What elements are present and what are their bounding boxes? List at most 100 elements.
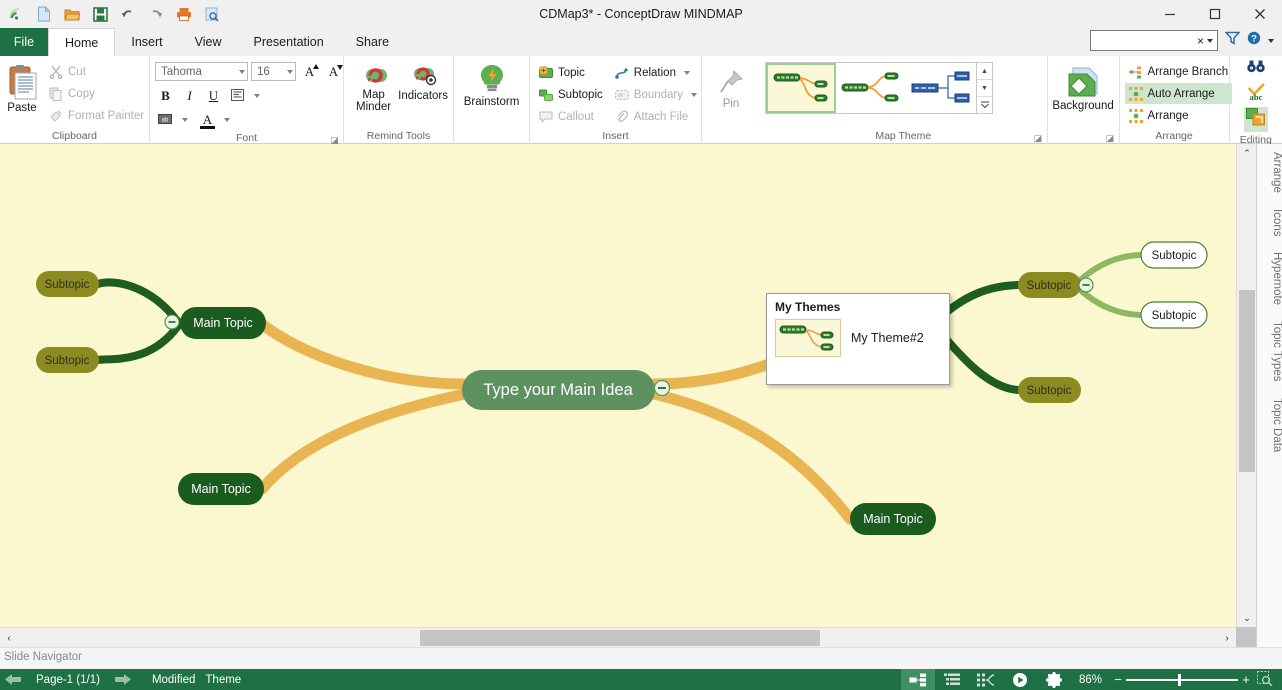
font-family-combo[interactable]: Tahoma: [155, 62, 248, 81]
conceptdraw-logo-icon[interactable]: [4, 2, 28, 26]
insert-relation-button[interactable]: Relation: [611, 62, 701, 83]
map-theme-dialog-launcher[interactable]: ◪: [1034, 134, 1043, 143]
tab-home[interactable]: Home: [48, 28, 115, 56]
zoom-slider-track[interactable]: [1126, 679, 1238, 681]
insert-subtopic-button[interactable]: Subtopic: [535, 84, 607, 105]
view-brainstorm-button[interactable]: [1037, 669, 1071, 690]
maximize-button[interactable]: [1192, 0, 1237, 28]
highlight-dropdown-icon[interactable]: [182, 118, 188, 122]
my-theme-thumbnail[interactable]: [775, 319, 841, 357]
theme-scroll-more-button[interactable]: [977, 97, 992, 113]
tab-file[interactable]: File: [0, 28, 48, 56]
next-page-arrow[interactable]: [110, 674, 136, 685]
rail-tab-arrange[interactable]: Arrange: [1257, 144, 1282, 201]
chevron-down-icon[interactable]: [239, 70, 245, 74]
zoom-slider[interactable]: − +: [1110, 671, 1282, 689]
pin-button[interactable]: Pin: [707, 66, 755, 110]
tab-presentation[interactable]: Presentation: [237, 28, 339, 56]
theme-thumb-1[interactable]: [766, 63, 836, 113]
search-input[interactable]: ×: [1090, 30, 1218, 51]
rail-tab-topic-data[interactable]: Topic Data: [1257, 390, 1282, 460]
indicators-button[interactable]: Indicators: [398, 62, 448, 102]
redo-icon[interactable]: [144, 2, 168, 26]
rail-tab-hypernote[interactable]: Hypernote: [1257, 244, 1282, 313]
paste-button[interactable]: Paste: [5, 60, 39, 114]
tab-view[interactable]: View: [179, 28, 238, 56]
relation-dropdown-icon[interactable]: [684, 71, 690, 75]
scroll-up-button[interactable]: ⌃: [1237, 144, 1257, 162]
zoom-out-button[interactable]: −: [1110, 672, 1126, 687]
tab-share[interactable]: Share: [340, 28, 405, 56]
cut-button[interactable]: Cut: [45, 61, 148, 82]
shrink-font-button[interactable]: A: [323, 62, 344, 82]
auto-arrange-button[interactable]: Auto Arrange: [1125, 83, 1233, 104]
arrange-branch-button[interactable]: Arrange Branch: [1125, 61, 1233, 82]
highlight-icon[interactable]: ab: [155, 110, 176, 130]
minimize-button[interactable]: [1147, 0, 1192, 28]
my-themes-popup[interactable]: My Themes My Theme#2: [766, 293, 950, 385]
theme-thumb-2[interactable]: [836, 63, 906, 113]
align-dropdown-icon[interactable]: [254, 94, 260, 98]
search-dropdown-icon[interactable]: [1207, 39, 1213, 43]
insert-topic-button[interactable]: Topic: [535, 62, 607, 83]
my-themes-item[interactable]: My Theme#2: [767, 314, 949, 357]
save-icon[interactable]: [88, 2, 112, 26]
horizontal-scrollbar[interactable]: ‹ ›: [0, 627, 1236, 647]
fit-page-icon[interactable]: [1254, 671, 1276, 689]
font-color-dropdown-icon[interactable]: [224, 118, 230, 122]
view-mindmap-button[interactable]: [901, 669, 935, 690]
align-icon[interactable]: [227, 86, 248, 106]
view-presentation-button[interactable]: [1003, 669, 1037, 690]
copy-button[interactable]: Copy: [45, 83, 148, 104]
italic-button[interactable]: I: [179, 86, 200, 106]
attach-file-button[interactable]: Attach File: [611, 106, 701, 127]
grow-font-button[interactable]: A: [299, 62, 320, 82]
map-minder-button[interactable]: MapMinder: [349, 62, 398, 113]
prev-page-arrow[interactable]: [0, 674, 26, 685]
help-dropdown-icon[interactable]: [1268, 39, 1274, 43]
zoom-slider-knob[interactable]: [1178, 674, 1181, 686]
search-clear-icon[interactable]: ×: [1197, 34, 1204, 48]
theme-scroll-up-button[interactable]: ▲: [977, 63, 992, 80]
slide-navigator-bar[interactable]: Slide Navigator: [0, 647, 1282, 669]
spelling-icon[interactable]: abc: [1245, 83, 1267, 106]
map-theme-scrollbar[interactable]: ▲ ▼: [976, 63, 992, 113]
theme-scroll-down-button[interactable]: ▼: [977, 80, 992, 97]
rail-tab-icons[interactable]: Icons: [1257, 201, 1282, 245]
underline-button[interactable]: U: [203, 86, 224, 106]
chevron-down-icon[interactable]: [287, 70, 293, 74]
map-theme-gallery[interactable]: ▲ ▼: [765, 62, 993, 114]
new-document-icon[interactable]: [32, 2, 56, 26]
scroll-down-button[interactable]: ⌄: [1237, 609, 1257, 627]
print-icon[interactable]: [172, 2, 196, 26]
scroll-left-button[interactable]: ‹: [0, 628, 18, 648]
print-preview-icon[interactable]: [200, 2, 224, 26]
font-color-button[interactable]: A: [197, 110, 218, 130]
undo-icon[interactable]: [116, 2, 140, 26]
open-folder-icon[interactable]: [60, 2, 84, 26]
vertical-scroll-thumb[interactable]: [1239, 290, 1255, 472]
view-tree-button[interactable]: [969, 669, 1003, 690]
background-button[interactable]: Background: [1052, 64, 1113, 112]
font-size-combo[interactable]: 16: [251, 62, 296, 81]
boundary-dropdown-icon[interactable]: [691, 93, 697, 97]
background-dialog-launcher[interactable]: ◪: [1106, 134, 1115, 143]
zoom-in-button[interactable]: +: [1238, 672, 1254, 687]
scroll-right-button[interactable]: ›: [1218, 628, 1236, 648]
replace-icon[interactable]: [1244, 107, 1268, 132]
arrange-button[interactable]: Arrange: [1125, 105, 1233, 126]
horizontal-scroll-thumb[interactable]: [420, 630, 820, 646]
rail-tab-topic-types[interactable]: Topic Types: [1257, 313, 1282, 390]
mindmap-canvas[interactable]: Type your Main Idea Main Topic Main Topi…: [0, 144, 1236, 627]
brainstorm-button[interactable]: Brainstorm: [459, 62, 524, 108]
format-painter-button[interactable]: Format Painter: [45, 105, 148, 126]
close-button[interactable]: [1237, 0, 1282, 28]
insert-callout-button[interactable]: Callout: [535, 106, 607, 127]
filter-icon[interactable]: [1225, 31, 1240, 50]
insert-boundary-button[interactable]: Boundary: [611, 84, 701, 105]
find-icon[interactable]: [1246, 59, 1266, 82]
tab-insert[interactable]: Insert: [115, 28, 178, 56]
vertical-scrollbar[interactable]: ⌃ ⌄: [1236, 144, 1256, 627]
theme-thumb-3[interactable]: [906, 63, 976, 113]
help-icon[interactable]: ?: [1247, 31, 1261, 50]
